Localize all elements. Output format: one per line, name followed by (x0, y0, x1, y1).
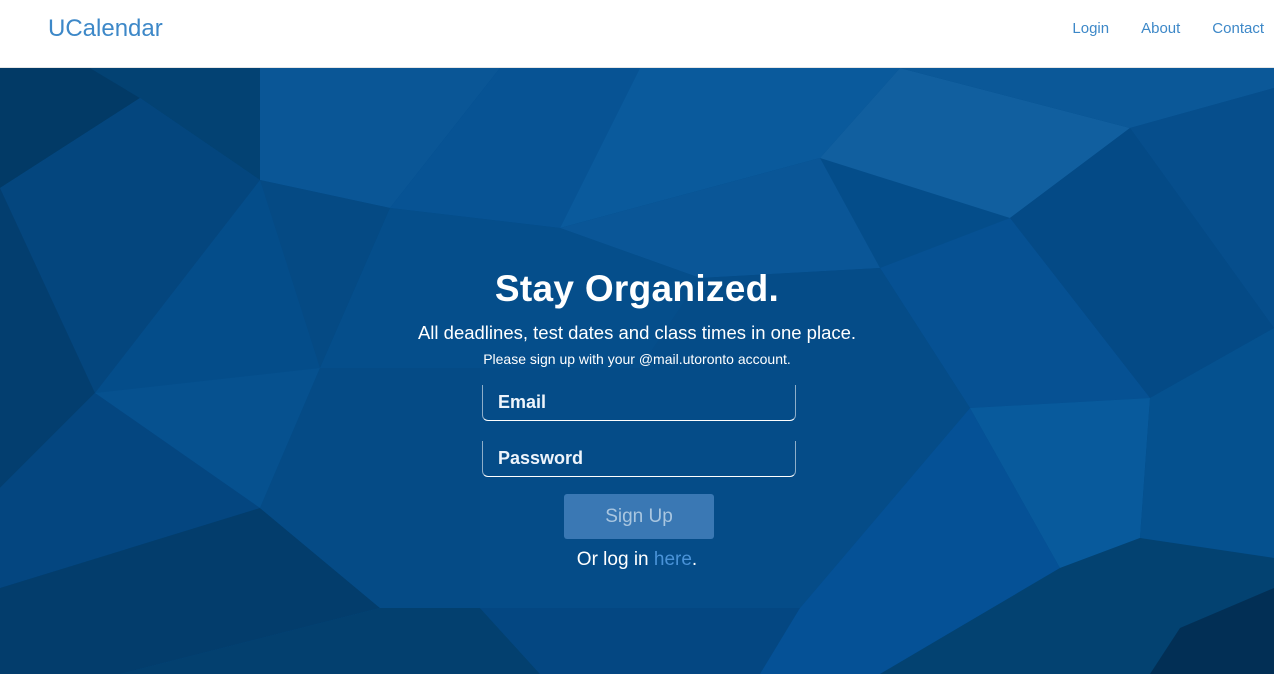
password-input[interactable] (482, 441, 796, 477)
signup-panel: Stay Organized. All deadlines, test date… (0, 68, 1274, 674)
nav-about-link[interactable]: About (1141, 20, 1180, 37)
nav-contact-link[interactable]: Contact (1212, 20, 1264, 37)
brand-logo-link[interactable]: UCalendar (48, 15, 163, 43)
hero-section: Stay Organized. All deadlines, test date… (0, 68, 1274, 674)
login-here-link[interactable]: here (654, 549, 692, 570)
login-prompt: Or log in here. (0, 549, 1274, 571)
hero-headline: Stay Organized. (494, 268, 780, 309)
nav-links: Login About Contact (1072, 20, 1264, 37)
login-prefix-text: Or log in (576, 549, 654, 570)
nav-login-link[interactable]: Login (1072, 20, 1109, 37)
sign-up-button[interactable]: Sign Up (564, 494, 714, 539)
hero-tagline: All deadlines, test dates and class time… (417, 322, 857, 343)
login-suffix-text: . (691, 549, 698, 570)
signup-note: Please sign up with your @mail.utoronto … (483, 351, 791, 367)
top-navbar: UCalendar Login About Contact (0, 0, 1274, 68)
email-input[interactable] (482, 385, 796, 421)
